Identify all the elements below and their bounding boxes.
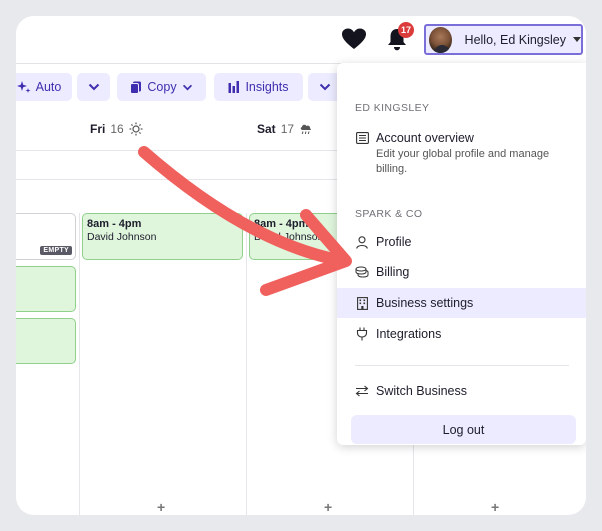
user-dropdown-menu: ED KINGSLEY Account overview Edit your g… (337, 63, 586, 445)
menu-item-profile[interactable]: Profile (337, 227, 586, 257)
menu-item-label: Switch Business (376, 384, 468, 398)
rain-cloud-icon (300, 124, 311, 135)
menu-item-label: Billing (376, 265, 410, 279)
chevron-down-icon (88, 83, 99, 91)
day-name: Sat (257, 122, 276, 136)
auto-button[interactable]: Auto (16, 73, 72, 101)
empty-badge: EMPTY (40, 246, 72, 255)
shift-time: 8am - 4pm (254, 218, 309, 230)
add-shift-button[interactable]: + (324, 499, 332, 515)
menu-item-business-settings[interactable]: Business settings (337, 288, 586, 318)
chevron-down-icon (319, 83, 330, 91)
sparkle-icon (16, 81, 31, 93)
account-overview-description: Edit your global profile and manage bill… (376, 148, 550, 175)
add-shift-button[interactable]: + (491, 499, 499, 515)
building-icon (355, 296, 369, 310)
app-frame: 17 Hello, Ed Kingsley Auto Copy Insights… (16, 16, 586, 515)
menu-item-label: Profile (376, 235, 412, 249)
day-header-fri: Fri 16 (90, 122, 143, 136)
notification-badge: 17 (398, 22, 415, 38)
day-number: 16 (110, 122, 124, 136)
menu-section-business: SPARK & CO (355, 208, 423, 220)
menu-item-label: Business settings (376, 296, 474, 310)
caret-down-icon (573, 37, 581, 42)
heart-icon[interactable] (341, 27, 367, 51)
shift-card[interactable]: 8am - 4pm David Johnson (82, 213, 243, 260)
avatar (429, 26, 452, 53)
menu-divider (355, 365, 569, 366)
menu-item-account-overview[interactable]: Account overview (337, 129, 586, 147)
empty-shift-card[interactable]: EMPTY (16, 213, 76, 260)
shift-employee: David Johnson (87, 231, 157, 243)
top-bar: 17 Hello, Ed Kingsley (16, 16, 586, 64)
copy-button[interactable]: Copy (117, 73, 206, 101)
day-name: Fri (90, 122, 106, 136)
user-menu-button[interactable]: Hello, Ed Kingsley (424, 24, 583, 55)
shift-time: 8am - 4pm (87, 218, 142, 230)
menu-item-label: Integrations (376, 327, 442, 341)
auto-label: Auto (35, 80, 62, 94)
day-number: 17 (280, 122, 295, 136)
user-greeting: Hello, Ed Kingsley (464, 32, 566, 47)
sun-icon (129, 122, 143, 136)
coins-icon (355, 265, 369, 279)
logout-button[interactable]: Log out (351, 415, 576, 444)
copy-icon (130, 81, 142, 94)
menu-item-label: Account overview (376, 131, 474, 145)
shift-card[interactable] (16, 266, 76, 312)
plug-icon (355, 327, 369, 341)
bar-chart-icon (228, 81, 240, 93)
list-icon (355, 131, 369, 145)
copy-label: Copy (147, 80, 177, 94)
menu-item-integrations[interactable]: Integrations (337, 319, 586, 349)
column-divider (79, 213, 80, 515)
insights-button[interactable]: Insights (214, 73, 303, 101)
column-divider (246, 213, 247, 515)
swap-arrows-icon (355, 384, 369, 398)
menu-section-user: ED KINGSLEY (355, 102, 430, 114)
add-shift-button[interactable]: + (157, 499, 165, 515)
shift-card[interactable] (16, 318, 76, 364)
day-header-sat: Sat 17 (257, 122, 313, 136)
menu-item-billing[interactable]: Billing (337, 257, 586, 287)
insights-label: Insights (245, 80, 289, 94)
person-icon (355, 235, 369, 249)
auto-options-button[interactable] (77, 73, 110, 101)
shift-employee: David Johnson (254, 231, 324, 243)
menu-item-switch-business[interactable]: Switch Business (337, 376, 586, 406)
chevron-down-icon (182, 84, 192, 90)
